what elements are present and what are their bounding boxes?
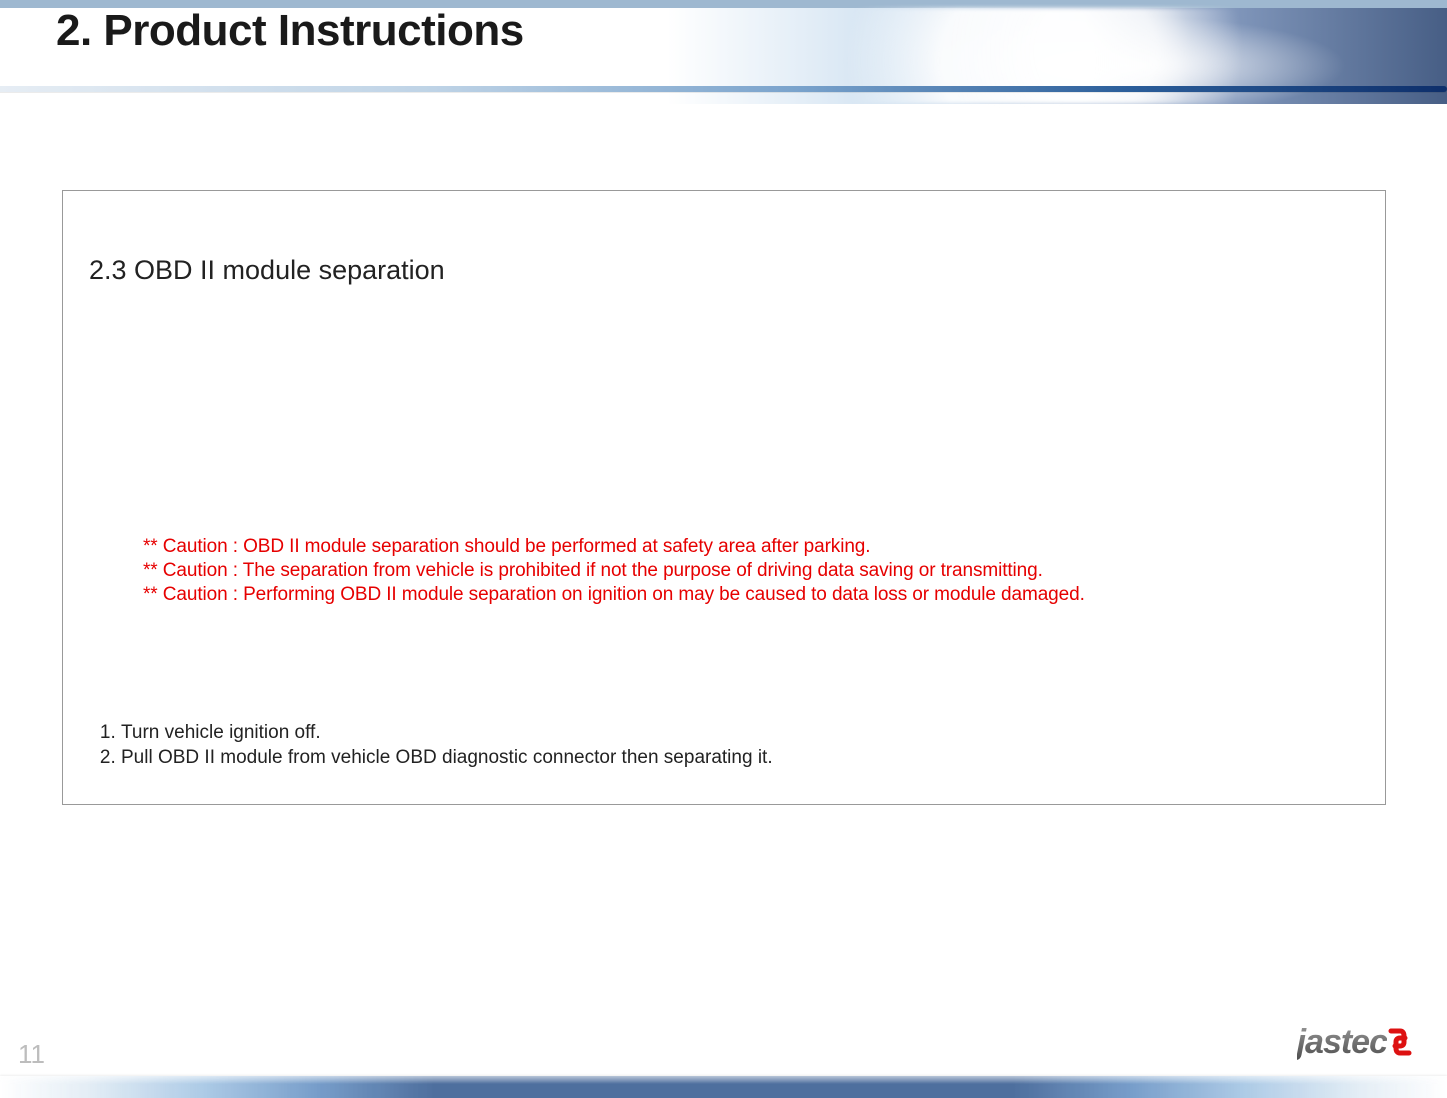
- brand-mark-icon: [1385, 1027, 1415, 1057]
- caution-line: ** Caution : The separation from vehicle…: [143, 559, 1345, 583]
- steps-block: Turn vehicle ignition off. Pull OBD II m…: [81, 721, 1345, 770]
- bottom-bar-decor: [0, 1076, 1447, 1098]
- brand-logo: jastec: [1297, 1023, 1415, 1062]
- step-item: Turn vehicle ignition off.: [121, 721, 1345, 746]
- section-title: 2.3 OBD II module separation: [89, 255, 445, 286]
- content-box: 2.3 OBD II module separation ** Caution …: [62, 190, 1386, 805]
- brand-wordmark: jastec: [1297, 1023, 1387, 1062]
- header-divider: [0, 86, 1447, 92]
- page-title: 2. Product Instructions: [56, 6, 524, 56]
- caution-line: ** Caution : OBD II module separation sh…: [143, 535, 1345, 559]
- step-item: Pull OBD II module from vehicle OBD diag…: [121, 746, 1345, 771]
- caution-line: ** Caution : Performing OBD II module se…: [143, 583, 1345, 607]
- page-number: 11: [18, 1039, 45, 1070]
- caution-block: ** Caution : OBD II module separation sh…: [143, 535, 1345, 606]
